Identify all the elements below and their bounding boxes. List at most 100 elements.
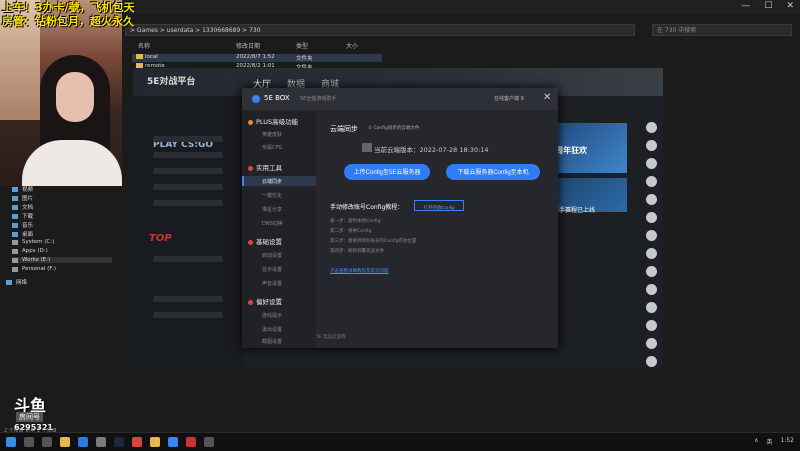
help-link[interactable]: 点击查看详细教程及常见问题 xyxy=(330,268,389,274)
maximize-button[interactable]: ☐ xyxy=(764,1,772,11)
open-config-folder-button[interactable]: 打开存放Config xyxy=(414,200,464,211)
friend-avatar-icon[interactable] xyxy=(646,356,657,367)
online-clients[interactable]: 在线客户端 9 xyxy=(494,95,524,102)
friend-avatar-icon[interactable] xyxy=(646,302,657,313)
nav-item-drive-d[interactable]: Apps (D:) xyxy=(12,248,48,254)
friend-avatar-icon[interactable] xyxy=(646,338,657,349)
upload-config-button[interactable]: 上传Config至5E云服务器 xyxy=(344,164,430,180)
menu-group-label: PLUS高级功能 xyxy=(256,118,299,126)
nav-item-desktop[interactable]: 桌面 xyxy=(12,230,33,238)
app-icon[interactable] xyxy=(150,437,160,447)
drive-icon xyxy=(12,239,18,245)
menu-group-tools: 实用工具 xyxy=(248,162,282,172)
nav-label: 下载 xyxy=(22,214,34,220)
file-type: 文件夹 xyxy=(296,56,313,62)
menu-group-plus: PLUS高级功能 xyxy=(248,116,298,126)
nav-item-drive-f[interactable]: Personal (F:) xyxy=(12,266,56,272)
download-config-button[interactable]: 下载云服务器Config至本机 xyxy=(446,164,540,180)
navigation-pane: 视频 图片 文档 下载 音乐 桌面 System (C:) Apps (D:) … xyxy=(0,180,122,310)
friend-avatar-icon[interactable] xyxy=(646,158,657,169)
nav-item-pictures[interactable]: 图片 xyxy=(12,194,33,202)
dialog-content: 云端同步 ① Config同步的云端文件 当前云端版本：2022-07-28 1… xyxy=(316,110,558,348)
game-menu-item[interactable] xyxy=(153,184,223,190)
friend-avatar-icon[interactable] xyxy=(646,212,657,223)
menu-item[interactable]: 游戏提示 xyxy=(262,312,282,319)
menu-item[interactable]: 退出设置 xyxy=(262,326,282,333)
menu-item[interactable]: 截图设置 xyxy=(262,338,282,345)
input-method[interactable]: 英 xyxy=(767,437,773,446)
menu-item-cloud-sync[interactable]: 云端同步 xyxy=(262,178,282,185)
tray-expand-icon[interactable]: ∧ xyxy=(754,437,758,446)
clock[interactable]: 1:52 xyxy=(781,437,794,446)
search-input[interactable]: 在 730 中搜索 xyxy=(652,24,792,36)
game-menu-item[interactable] xyxy=(153,296,223,302)
menu-item[interactable]: 准星分享 xyxy=(262,206,282,213)
column-type[interactable]: 类型 xyxy=(296,41,308,50)
game-menu-item[interactable] xyxy=(153,136,223,142)
steam-icon[interactable] xyxy=(114,437,124,447)
close-icon[interactable]: ✕ xyxy=(543,92,551,103)
nav-label: Personal (F:) xyxy=(22,266,57,272)
menu-item[interactable]: 一键优化 xyxy=(262,192,282,199)
app-icon[interactable] xyxy=(132,437,142,447)
window-controls: — ☐ ✕ xyxy=(741,1,794,11)
friend-avatar-icon[interactable] xyxy=(646,284,657,295)
app-icon[interactable] xyxy=(186,437,196,447)
address-bar[interactable]: > Games > userdata > 1330668689 > 730 xyxy=(125,24,635,36)
app-icon[interactable] xyxy=(96,437,106,447)
game-menu-item[interactable] xyxy=(153,200,223,206)
friend-avatar-icon[interactable] xyxy=(646,140,657,151)
nav-label: System (C:) xyxy=(22,239,55,245)
nav-item-downloads[interactable]: 下载 xyxy=(12,212,33,220)
table-row[interactable]: local 2022/8/7 1:52 文件夹 xyxy=(132,54,382,62)
nav-item-drive-c[interactable]: System (C:) xyxy=(12,239,54,245)
menu-item[interactable]: 显示设置 xyxy=(262,266,282,273)
nav-label: 音乐 xyxy=(22,223,34,229)
taskbar: ∧ 英 1:52 xyxy=(0,432,800,451)
network-icon xyxy=(6,279,12,285)
game-menu-item[interactable] xyxy=(153,152,223,158)
app-icon[interactable] xyxy=(204,437,214,447)
menu-item[interactable]: 英雄皮肤 xyxy=(262,131,282,138)
task-view-icon[interactable] xyxy=(42,437,52,447)
drive-icon xyxy=(12,257,18,263)
sebox-taskbar-icon[interactable] xyxy=(168,437,178,447)
column-date[interactable]: 修改日期 xyxy=(236,41,260,50)
folder-icon xyxy=(136,54,143,59)
column-size[interactable]: 大小 xyxy=(346,41,358,50)
nav-item-network[interactable]: 网络 xyxy=(6,278,27,286)
nav-label: 文档 xyxy=(22,205,34,211)
start-icon[interactable] xyxy=(6,437,16,447)
close-button[interactable]: ✕ xyxy=(786,1,794,11)
menu-item[interactable]: 专属CFG xyxy=(262,144,282,151)
download-icon xyxy=(12,213,18,219)
friend-avatar-icon[interactable] xyxy=(646,230,657,241)
explorer-icon[interactable] xyxy=(60,437,70,447)
friend-avatar-icon[interactable] xyxy=(646,194,657,205)
minimize-button[interactable]: — xyxy=(741,1,750,11)
nav-label: 网络 xyxy=(16,280,28,286)
friend-avatar-icon[interactable] xyxy=(646,176,657,187)
menu-item[interactable]: 声音设置 xyxy=(262,280,282,287)
friend-avatar-icon[interactable] xyxy=(646,122,657,133)
game-menu-item[interactable] xyxy=(153,168,223,174)
picture-icon xyxy=(12,195,18,201)
friend-avatar-icon[interactable] xyxy=(646,266,657,277)
game-menu-item[interactable] xyxy=(153,312,223,318)
nav-item-drive-e[interactable]: Works (E:) xyxy=(12,257,112,263)
edge-icon[interactable] xyxy=(78,437,88,447)
friend-avatar-icon[interactable] xyxy=(646,248,657,259)
friend-avatar-icon[interactable] xyxy=(646,320,657,331)
search-icon[interactable] xyxy=(24,437,34,447)
game-menu-item[interactable] xyxy=(153,256,223,262)
cloud-version-text: 当前云端版本：2022-07-28 18:30:14 xyxy=(374,146,489,154)
menu-item[interactable]: DNS切换 xyxy=(262,220,283,227)
room-label: 房间号 xyxy=(16,412,43,422)
game-logo: 5E对战平台 xyxy=(147,77,196,87)
nav-item-videos[interactable]: 视频 xyxy=(12,185,33,193)
menu-item[interactable]: 启动设置 xyxy=(262,252,282,259)
nav-item-music[interactable]: 音乐 xyxy=(12,221,33,229)
settings-icon xyxy=(248,239,253,245)
column-name[interactable]: 名称 xyxy=(138,41,150,50)
nav-item-documents[interactable]: 文档 xyxy=(12,203,33,211)
